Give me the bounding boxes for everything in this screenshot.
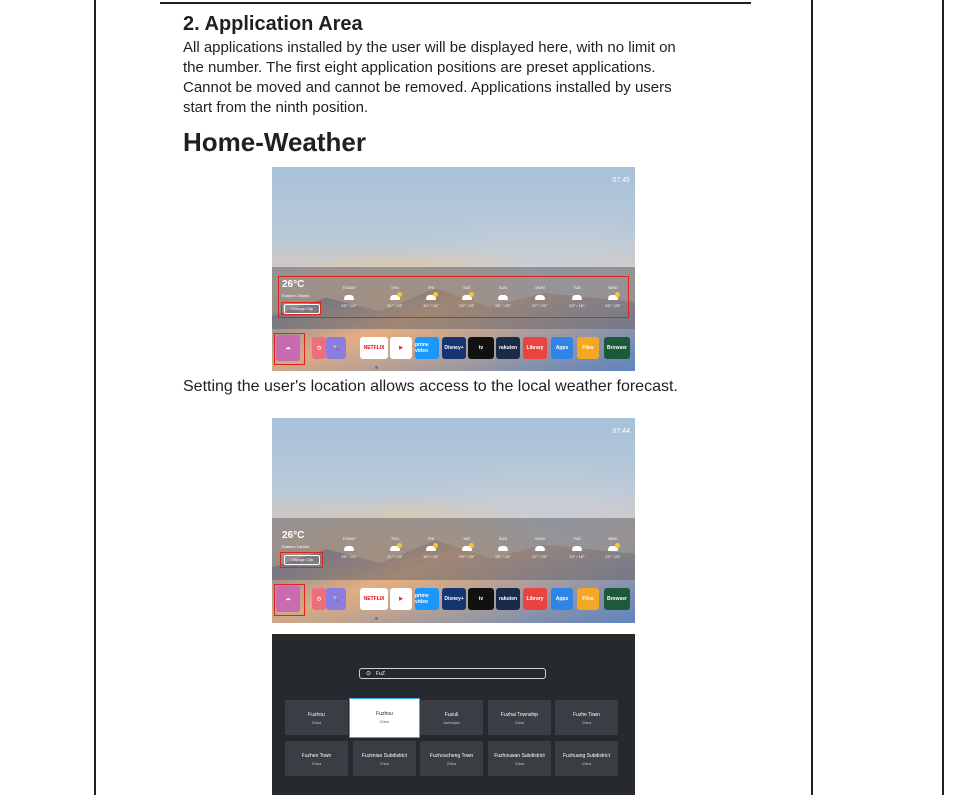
forecast-day: THU 31° / 23° — [387, 285, 403, 308]
district-label: Eastern District — [282, 293, 310, 298]
home-weather-screenshot-2: 07:44 26°C Eastern District Change City … — [272, 418, 635, 623]
city-result[interactable]: Fuzhouwan Subdistrict China — [488, 741, 551, 776]
search-app-icon[interactable]: 🔍 — [326, 337, 346, 359]
city-result[interactable]: Fuzuli Azerbaijan — [420, 700, 483, 735]
temperature: 26°C — [282, 279, 305, 290]
sun-cloud-icon — [426, 292, 438, 300]
cloud-icon — [535, 295, 545, 300]
app-prime-video[interactable]: prime video — [415, 337, 439, 359]
cloud-icon — [498, 546, 508, 551]
home-weather-screenshot-1: 07:45 26°C Eastern District Change City … — [272, 167, 635, 371]
app-apple-tv[interactable]: tv — [468, 588, 494, 610]
cloud-icon — [572, 546, 582, 551]
weather-heading: Home-Weather — [183, 127, 367, 157]
temperature: 26°C — [282, 530, 305, 541]
forecast-day: TODAY 29° / 24° — [341, 285, 357, 308]
forecast-day: WED 24° / 20° — [605, 285, 621, 308]
app-library[interactable]: Library — [523, 588, 547, 610]
city-search-screenshot: ⊙ FuZ Fuzhou China Fuzhou China Fuzuli Azer… — [272, 634, 635, 795]
location-pin-icon: ⊙ — [366, 671, 372, 677]
caption: Setting the user's location allows acces… — [183, 378, 678, 395]
city-result[interactable]: Fuzimiao Subdistrict China — [353, 741, 416, 776]
forecast-day: WED 24° / 20° — [605, 536, 621, 559]
city-result[interactable]: Fuzhai Township China — [488, 700, 551, 735]
clock-app-icon[interactable]: ◷ — [312, 588, 326, 610]
forecast-day: SUN 28° / 23° — [495, 536, 511, 559]
forecast-day: FRI 30° / 24° — [423, 285, 439, 308]
app-browser[interactable]: Browser — [604, 337, 630, 359]
city-result[interactable]: Fuzhou China — [285, 700, 348, 735]
forecast-day: TUE 23° / 18° — [569, 285, 585, 308]
cloud-icon — [498, 295, 508, 300]
city-search-input[interactable]: ⊙ FuZ — [359, 668, 546, 679]
forecast-day: TODAY 29° / 24° — [341, 536, 357, 559]
app-files[interactable]: Files — [577, 337, 599, 359]
section-heading: 2. Application Area — [183, 13, 363, 35]
forecast-day: MON 27° / 22° — [532, 536, 548, 559]
forecast-day: MON 27° / 22° — [532, 285, 548, 308]
forecast-day: SAT 29° / 23° — [459, 536, 475, 559]
paragraph-line: Cannot be moved and cannot be removed. A… — [183, 79, 672, 96]
search-query: FuZ — [376, 671, 385, 677]
sun-cloud-icon — [608, 543, 620, 551]
city-result[interactable]: Fuzhen Town China — [285, 741, 348, 776]
paragraph-line: the number. The first eight application … — [183, 59, 656, 76]
city-result[interactable]: Fuzhoucheng Town China — [420, 741, 483, 776]
sun-cloud-icon — [390, 543, 402, 551]
app-disney-plus[interactable]: Disney+ — [442, 588, 466, 610]
app-apps[interactable]: Apps — [551, 337, 573, 359]
app-disney-plus[interactable]: Disney+ — [442, 337, 466, 359]
cloud-icon — [344, 546, 354, 551]
change-city-highlight — [280, 552, 323, 568]
district-label: Eastern District — [282, 544, 310, 549]
weather-app-highlight — [274, 584, 305, 616]
change-city-highlight — [281, 302, 321, 315]
app-rakuten[interactable]: rakuten — [496, 337, 520, 359]
forecast-day: FRI 30° / 24° — [423, 536, 439, 559]
cloud-icon — [535, 546, 545, 551]
city-result-selected[interactable]: Fuzhou China — [349, 698, 420, 738]
city-result[interactable]: Fuzhuang Subdistrict China — [555, 741, 618, 776]
clock: 07:45 — [612, 177, 630, 184]
app-netflix[interactable]: NETFLIX — [360, 337, 388, 359]
outer-right-border — [942, 0, 944, 795]
app-library[interactable]: Library — [523, 337, 547, 359]
app-rakuten[interactable]: rakuten — [496, 588, 520, 610]
page-indicator — [375, 366, 378, 369]
city-result[interactable]: Fuzhe Town China — [555, 700, 618, 735]
sun-cloud-icon — [608, 292, 620, 300]
right-border — [811, 0, 813, 795]
app-netflix[interactable]: NETFLIX — [360, 588, 388, 610]
forecast-day: THU 31° / 23° — [387, 536, 403, 559]
app-apps[interactable]: Apps — [551, 588, 573, 610]
forecast-day: TUE 23° / 18° — [569, 536, 585, 559]
app-apple-tv[interactable]: tv — [468, 337, 494, 359]
search-app-icon[interactable]: 🔍 — [326, 588, 346, 610]
page-indicator — [375, 617, 378, 620]
left-border — [94, 0, 96, 795]
forecast-day: SAT 29° / 23° — [459, 285, 475, 308]
paragraph-line: start from the ninth position. — [183, 99, 369, 116]
cloud-icon — [344, 295, 354, 300]
top-rule — [160, 2, 751, 4]
app-youtube[interactable]: ▶ — [390, 337, 412, 359]
forecast-day: SUN 28° / 23° — [495, 285, 511, 308]
clock: 07:44 — [612, 428, 630, 435]
app-browser[interactable]: Browser — [604, 588, 630, 610]
sun-cloud-icon — [426, 543, 438, 551]
clock-app-icon[interactable]: ◷ — [312, 337, 326, 359]
sun-cloud-icon — [390, 292, 402, 300]
paragraph-line: All applications installed by the user w… — [183, 39, 676, 56]
cloud-icon — [572, 295, 582, 300]
sun-cloud-icon — [462, 292, 474, 300]
app-youtube[interactable]: ▶ — [390, 588, 412, 610]
app-prime-video[interactable]: prime video — [415, 588, 439, 610]
sun-cloud-icon — [462, 543, 474, 551]
section-paragraph: All applications installed by the user w… — [183, 38, 743, 118]
app-files[interactable]: Files — [577, 588, 599, 610]
weather-app-highlight — [274, 333, 305, 365]
